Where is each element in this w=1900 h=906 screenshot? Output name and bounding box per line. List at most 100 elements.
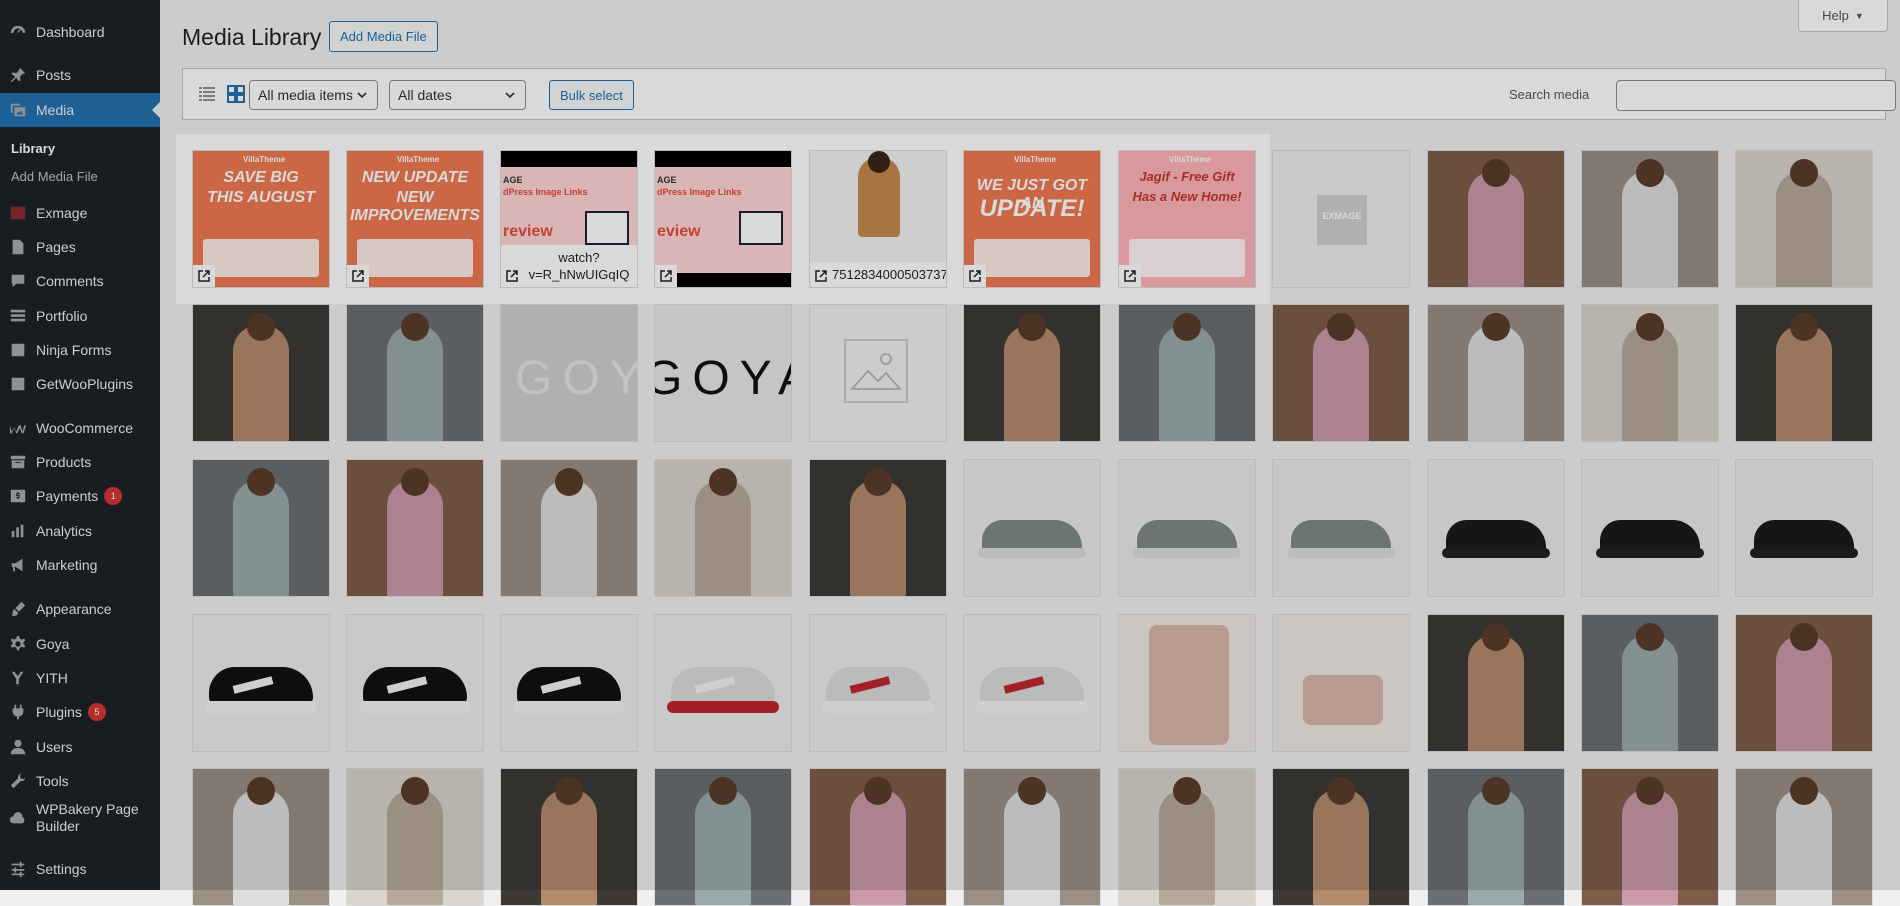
sidebar-item-users[interactable]: Users [0, 730, 160, 764]
sidebar-item-pages[interactable]: Pages [0, 230, 160, 264]
media-item-thumbnail[interactable] [654, 768, 792, 906]
media-item-thumbnail[interactable] [654, 459, 792, 597]
media-item-linked[interactable]: 7512834000503737631 [809, 150, 947, 288]
media-item-thumbnail[interactable] [346, 459, 484, 597]
media-item-thumbnail[interactable] [1427, 768, 1565, 906]
sidebar-item-marketing[interactable]: Marketing [0, 548, 160, 582]
media-item-thumbnail[interactable] [809, 614, 947, 752]
media-item-thumbnail[interactable] [192, 768, 330, 906]
media-type-filter[interactable]: All media items [249, 80, 378, 110]
add-media-file-button[interactable]: Add Media File [329, 21, 438, 52]
help-button[interactable]: Help ▼ [1798, 0, 1888, 32]
media-item-thumbnail[interactable] [1272, 614, 1410, 752]
media-item-thumbnail[interactable] [346, 768, 484, 906]
sidebar-item-comments[interactable]: Comments [0, 264, 160, 298]
external-link-icon[interactable] [655, 265, 677, 287]
external-link-icon[interactable] [193, 265, 215, 287]
sidebar-item-tools[interactable]: Tools [0, 764, 160, 798]
media-item-thumbnail[interactable] [963, 304, 1101, 442]
media-item-thumbnail[interactable] [1581, 150, 1719, 288]
media-item-thumbnail[interactable] [1118, 459, 1256, 597]
update-count-badge: 5 [87, 703, 106, 721]
media-item-thumbnail[interactable]: GOYA [500, 304, 638, 442]
media-item-thumbnail[interactable] [963, 768, 1101, 906]
media-item-thumbnail[interactable] [1427, 150, 1565, 288]
media-item-linked[interactable]: VillaTheme NEW UPDATE NEW IMPROVEMENTS [346, 150, 484, 288]
list-view-icon[interactable] [195, 82, 219, 106]
chevron-down-icon [356, 88, 368, 104]
media-item-thumbnail[interactable] [1272, 459, 1410, 597]
sidebar-item-appearance[interactable]: Appearance [0, 592, 160, 626]
sidebar-item-products[interactable]: Products [0, 445, 160, 479]
sidebar-item-posts[interactable]: Posts [0, 58, 160, 92]
media-item-thumbnail[interactable] [1118, 304, 1256, 442]
media-item-thumbnail[interactable] [192, 459, 330, 597]
sidebar-item-payments[interactable]: Payments 1 [0, 479, 160, 513]
external-link-icon[interactable] [1119, 265, 1141, 287]
media-item-thumbnail[interactable] [500, 768, 638, 906]
media-item-thumbnail[interactable] [809, 459, 947, 597]
grid-view-icon[interactable] [224, 82, 248, 106]
media-item-linked[interactable]: VillaTheme Jagif - Free Gift Has a New Hom… [1118, 150, 1256, 288]
sidebar-item-dashboard[interactable]: Dashboard [0, 15, 160, 49]
external-link-icon[interactable] [347, 265, 369, 287]
media-item-thumbnail[interactable] [346, 304, 484, 442]
sidebar-item-label: WPBakery Page Builder [36, 801, 139, 834]
media-item-thumbnail[interactable] [1581, 768, 1719, 906]
media-item-linked[interactable]: VillaTheme WE JUST GOT AN UPDATE! [963, 150, 1101, 288]
media-item-thumbnail[interactable] [500, 614, 638, 752]
person-photo [1622, 789, 1678, 905]
media-item-thumbnail[interactable] [1427, 614, 1565, 752]
media-item-thumbnail[interactable] [1272, 304, 1410, 442]
date-filter[interactable]: All dates [389, 80, 526, 110]
sidebar-item-getwooplugins[interactable]: GetWooPlugins [0, 367, 160, 401]
media-item-thumbnail[interactable] [1581, 304, 1719, 442]
media-item-thumbnail[interactable] [1581, 614, 1719, 752]
external-link-icon[interactable] [501, 265, 523, 287]
media-item-thumbnail[interactable] [963, 614, 1101, 752]
media-item-thumbnail[interactable] [1735, 768, 1873, 906]
media-item-thumbnail[interactable] [1735, 614, 1873, 752]
sidebar-item-woocommerce[interactable]: WooCommerce [0, 411, 160, 445]
media-item-thumbnail[interactable] [1735, 459, 1873, 597]
media-item-linked[interactable]: AGE dPress Image Links review watch?v=R_hNw… [500, 150, 638, 288]
external-link-icon[interactable] [810, 265, 832, 287]
media-item-thumbnail[interactable] [192, 304, 330, 442]
media-item-linked[interactable]: AGE dPress Image Links eview [654, 150, 792, 288]
media-item-thumbnail[interactable] [1118, 768, 1256, 906]
media-item-thumbnail[interactable] [963, 459, 1101, 597]
media-item-thumbnail[interactable] [654, 614, 792, 752]
sidebar-item-yith[interactable]: YITH [0, 661, 160, 695]
sidebar-item-exmage[interactable]: Exmage [0, 196, 160, 230]
sidebar-item-media[interactable]: Media [0, 93, 160, 127]
bulk-select-button[interactable]: Bulk select [549, 80, 634, 110]
media-item-thumbnail[interactable] [1427, 304, 1565, 442]
sidebar-item-wpbakery-page-builder[interactable]: WPBakery Page Builder [0, 798, 160, 838]
media-item-thumbnail[interactable]: GOYA [654, 304, 792, 442]
media-item-thumbnail[interactable] [1118, 614, 1256, 752]
media-item-thumbnail[interactable] [809, 768, 947, 906]
media-item-linked[interactable]: VillaTheme SAVE BIG THIS AUGUST [192, 150, 330, 288]
sidebar-item-plugins[interactable]: Plugins 5 [0, 695, 160, 729]
sidebar-item-analytics[interactable]: Analytics [0, 514, 160, 548]
media-item-thumbnail[interactable] [1735, 304, 1873, 442]
sidebar-item-portfolio[interactable]: Portfolio [0, 299, 160, 333]
submenu-library[interactable]: Library [0, 134, 160, 162]
sidebar-item-ninja-forms[interactable]: Ninja Forms [0, 333, 160, 367]
media-item-thumbnail[interactable] [1581, 459, 1719, 597]
sidebar-item-settings[interactable]: Settings [0, 852, 160, 886]
submenu-add-media-file[interactable]: Add Media File [0, 162, 160, 190]
media-item-thumbnail[interactable] [1735, 150, 1873, 288]
sidebar-item-goya[interactable]: Goya [0, 627, 160, 661]
search-media-input[interactable] [1616, 80, 1896, 111]
media-item-thumbnail[interactable] [192, 614, 330, 752]
sidebar-item-label: Products [36, 453, 92, 470]
media-item-thumbnail[interactable] [809, 304, 947, 442]
media-item-thumbnail[interactable] [1272, 768, 1410, 906]
archive-icon [0, 453, 36, 471]
external-link-icon[interactable] [964, 265, 986, 287]
media-item-thumbnail[interactable]: EXMAGE [1272, 150, 1410, 288]
media-item-thumbnail[interactable] [346, 614, 484, 752]
media-item-thumbnail[interactable] [1427, 459, 1565, 597]
media-item-thumbnail[interactable] [500, 459, 638, 597]
